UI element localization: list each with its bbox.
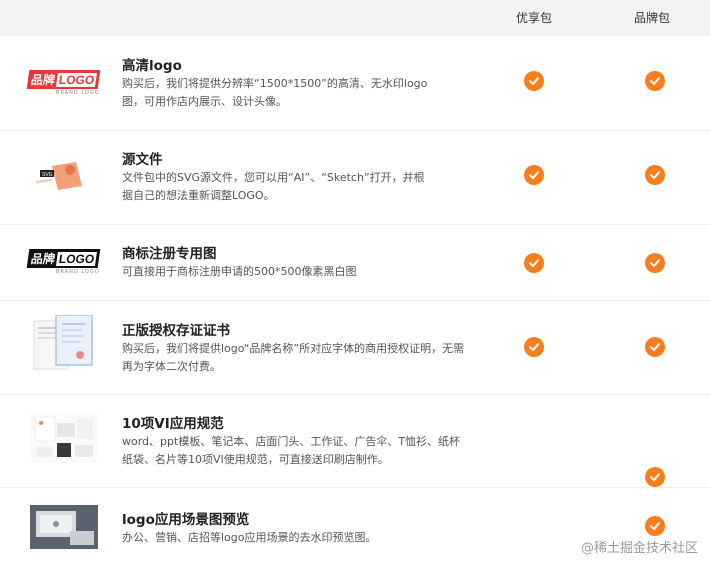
table-row: 品牌 LOGO BRAND LOGO 商标注册专用图 可直接用于商标注册申请的50… bbox=[0, 225, 710, 301]
table-row: logo应用场景图预览 办公、营销、店招等logo应用场景的去水印预览图。 bbox=[0, 488, 710, 572]
vi-spec-thumbnail-icon bbox=[28, 413, 100, 463]
logo-red-thumbnail-icon: 品牌 LOGO BRAND LOGO bbox=[26, 60, 102, 106]
check-icon bbox=[524, 71, 544, 91]
check-icon bbox=[645, 253, 665, 273]
source-file-thumbnail-icon: SVG bbox=[28, 153, 100, 199]
feature-description: 购买后，我们将提供分辨率“1500*1500”的高清、无水印logo图，可用作店… bbox=[122, 77, 428, 108]
logo-black-thumbnail-icon: 品牌 LOGO BRAND LOGO bbox=[26, 239, 102, 285]
feature-description: 文件包中的SVG源文件，您可以用“AI”、“Sketch”打开，并根据自己的想法… bbox=[122, 171, 425, 202]
table-row: 品牌 LOGO BRAND LOGO 高清logo 购买后，我们将提供分辨率“15… bbox=[0, 36, 710, 131]
feature-title: 源文件 bbox=[122, 152, 163, 168]
svg-text:SVG: SVG bbox=[42, 172, 53, 178]
feature-description: 购买后，我们将提供logo“品牌名称”所对应字体的商用授权证明，无需再为字体二次… bbox=[122, 342, 465, 373]
feature-title: 商标注册专用图 bbox=[122, 246, 217, 262]
feature-description: 办公、营销、店招等logo应用场景的去水印预览图。 bbox=[122, 531, 377, 544]
check-icon bbox=[524, 253, 544, 273]
laptop-mockup-thumbnail-icon bbox=[28, 504, 100, 550]
check-icon bbox=[645, 71, 665, 91]
table-row: 正版授权存证证书 购买后，我们将提供logo“品牌名称”所对应字体的商用授权证明… bbox=[0, 301, 710, 395]
certificate-thumbnail-icon bbox=[28, 315, 100, 370]
column-header-pinpai: 品牌包 bbox=[633, 11, 670, 25]
check-icon bbox=[524, 337, 544, 357]
table-row: SVG 源文件 文件包中的SVG源文件，您可以用“AI”、“Sketch”打开，… bbox=[0, 131, 710, 225]
feature-title: logo应用场景图预览 bbox=[122, 512, 250, 528]
feature-description: 可直接用于商标注册申请的500*500像素黑白图 bbox=[122, 265, 357, 278]
feature-title: 高清logo bbox=[122, 58, 182, 74]
watermark: @稀土掘金技术社区 bbox=[580, 541, 698, 556]
column-header-youxiang: 优享包 bbox=[515, 11, 552, 25]
feature-description: word、ppt模板、笔记本、店面门头、工作证、广告伞、T恤衫、纸杯纸袋、名片等… bbox=[122, 435, 461, 466]
check-icon bbox=[645, 516, 665, 536]
check-icon bbox=[645, 467, 665, 487]
table-header: 优享包 品牌包 bbox=[0, 0, 710, 36]
check-icon bbox=[524, 165, 544, 185]
check-icon bbox=[645, 337, 665, 357]
check-icon bbox=[645, 165, 665, 185]
table-row: 10项VI应用规范 word、ppt模板、笔记本、店面门头、工作证、广告伞、T恤… bbox=[0, 395, 710, 488]
feature-title: 正版授权存证证书 bbox=[122, 323, 230, 339]
feature-title: 10项VI应用规范 bbox=[122, 416, 224, 432]
